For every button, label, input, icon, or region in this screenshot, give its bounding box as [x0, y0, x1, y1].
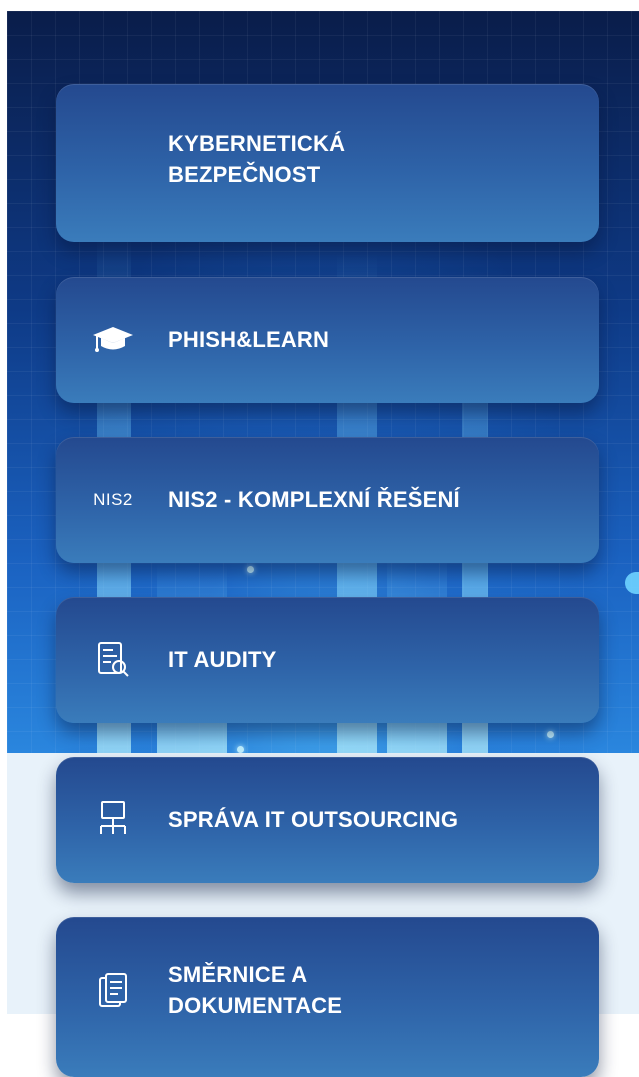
menu-item-label: IT AUDITY [168, 647, 277, 672]
menu-item-kyberneticka-bezpecnost[interactable]: KYBERNETICKÁ BEZPEČNOST [56, 84, 599, 242]
light-dot [237, 746, 244, 753]
menu-item-label: SMĚRNICE A DOKUMENTACE [168, 959, 579, 1021]
light-dot [247, 566, 254, 573]
audit-report-icon [84, 640, 142, 680]
documents-icon [84, 972, 142, 1012]
menu-item-sprava-it-outsourcing[interactable]: SPRÁVA IT OUTSOURCING [56, 757, 599, 883]
label-line: KYBERNETICKÁ [168, 131, 346, 156]
menu-item-smernice-a-dokumentace[interactable]: SMĚRNICE A DOKUMENTACE [56, 917, 599, 1077]
menu-item-label: SPRÁVA IT OUTSOURCING [168, 807, 459, 832]
menu-item-label: PHISH&LEARN [168, 327, 330, 352]
graduation-cap-icon [84, 320, 142, 360]
menu-item-nis2[interactable]: NIS2 NIS2 - KOMPLEXNÍ ŘEŠENÍ [56, 437, 599, 563]
menu-item-it-audity[interactable]: IT AUDITY [56, 597, 599, 723]
light-dot [547, 731, 554, 738]
menu-item-phish-learn[interactable]: PHISH&LEARN [56, 277, 599, 403]
menu-item-label: NIS2 - KOMPLEXNÍ ŘEŠENÍ [168, 487, 460, 512]
label-line: BEZPEČNOST [168, 162, 321, 187]
label-line: DOKUMENTACE [168, 993, 343, 1018]
nis2-tag: NIS2 [93, 490, 133, 509]
network-monitor-icon [84, 800, 142, 840]
menu-item-label: KYBERNETICKÁ BEZPEČNOST [168, 128, 579, 190]
nis2-text-icon: NIS2 [84, 480, 142, 520]
label-line: SMĚRNICE A [168, 962, 308, 987]
